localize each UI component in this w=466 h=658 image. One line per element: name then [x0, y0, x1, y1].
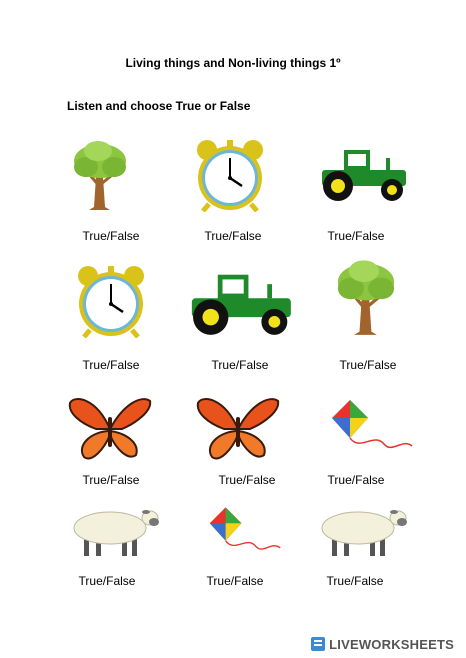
sheep-icon — [321, 510, 407, 556]
footer-brand: LIVEWORKSHEETS — [310, 636, 454, 652]
footer-brand-text: LIVEWORKSHEETS — [329, 637, 454, 652]
kite-icon — [209, 507, 281, 550]
item-label[interactable]: True/False — [202, 473, 292, 487]
item-label[interactable]: True/False — [66, 358, 156, 372]
alarm-clock-icon — [78, 266, 144, 338]
item-label[interactable]: True/False — [195, 358, 285, 372]
item-label[interactable]: True/False — [190, 574, 280, 588]
instruction-text: Listen and choose True or False — [67, 99, 251, 113]
item-label[interactable]: True/False — [311, 229, 401, 243]
tree-icon — [337, 260, 395, 335]
butterfly-icon — [196, 398, 280, 460]
item-label[interactable]: True/False — [311, 473, 401, 487]
butterfly-icon — [68, 398, 152, 460]
item-label[interactable]: True/False — [66, 229, 156, 243]
sheep-icon — [73, 510, 159, 556]
tractor-icon — [322, 150, 406, 201]
item-label[interactable]: True/False — [66, 473, 156, 487]
alarm-clock-icon — [197, 140, 263, 212]
tree-icon — [74, 141, 126, 210]
worksheet-title: Living things and Non-living things 1º — [125, 56, 341, 70]
item-label[interactable]: True/False — [323, 358, 413, 372]
item-label[interactable]: True/False — [62, 574, 152, 588]
kite-icon — [332, 400, 413, 449]
tractor-icon — [191, 274, 291, 335]
item-label[interactable]: True/False — [310, 574, 400, 588]
item-label[interactable]: True/False — [188, 229, 278, 243]
liveworksheets-logo-icon — [311, 637, 326, 651]
